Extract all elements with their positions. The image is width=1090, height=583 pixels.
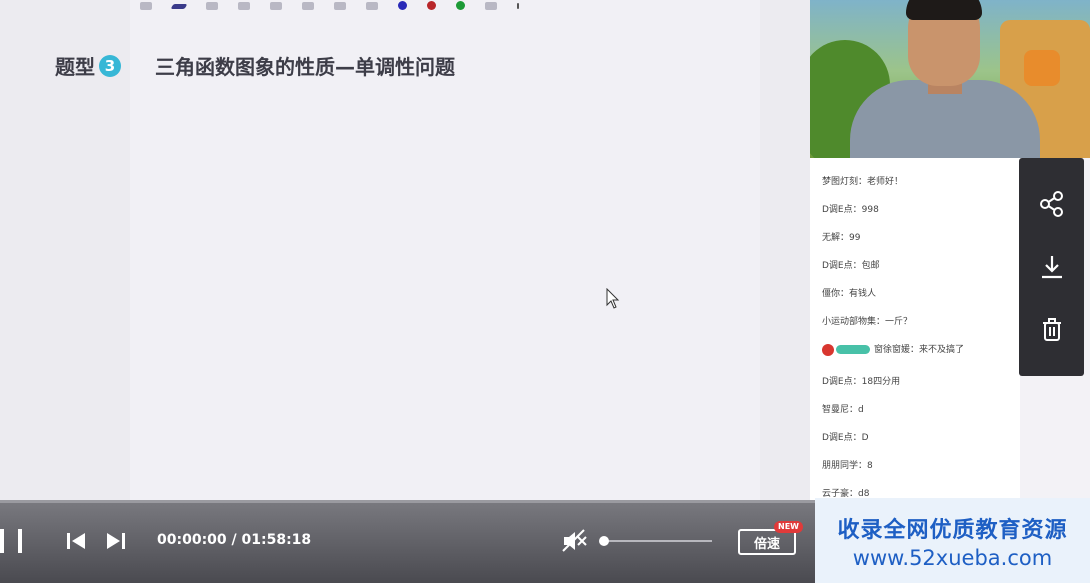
side-action-panel	[1019, 158, 1084, 376]
delete-button[interactable]	[1034, 312, 1070, 348]
lecture-slide: 题型 3 三角函数图象的性质—单调性问题	[0, 0, 810, 500]
chat-message: D调E点：998	[822, 205, 879, 215]
next-icon[interactable]	[104, 529, 128, 553]
heading-number-badge: 3	[99, 54, 121, 77]
previous-icon[interactable]	[64, 529, 88, 553]
chat-message: 小运动部物集：一斤？	[822, 317, 913, 327]
select-tool-icon[interactable]	[140, 2, 152, 10]
pen-tool-icon[interactable]	[170, 3, 188, 9]
share-icon	[1039, 191, 1063, 218]
chat-message: 智曼尼：d	[822, 405, 864, 415]
shape-tool-icon[interactable]	[302, 2, 314, 10]
mouse-cursor-icon	[606, 288, 620, 309]
volume-knob[interactable]	[599, 536, 609, 546]
annotation-toolbar	[120, 0, 680, 12]
marker-tool-icon[interactable]	[238, 2, 250, 10]
download-icon	[1041, 255, 1062, 279]
download-button[interactable]	[1034, 249, 1070, 285]
chat-message: 朋朋同学：8	[822, 461, 873, 471]
trash-icon	[1042, 317, 1061, 341]
chat-panel[interactable]: 梦图灯刻：老师好！ D调E点：998 无解：99 D调E点：包邮 僵你：有钱人 …	[810, 158, 1020, 500]
watermark-banner: 收录全网优质教育资源 www.52xueba.com	[815, 498, 1090, 583]
color-red-icon[interactable]	[427, 0, 436, 10]
volume-slider[interactable]	[599, 536, 712, 546]
chat-message: 僵你：有钱人	[822, 289, 877, 299]
chat-message: D调E点：18四分用	[822, 377, 901, 387]
teacher-video	[810, 0, 1090, 158]
clear-tool-icon[interactable]	[517, 3, 519, 9]
chat-message: D调E点：D	[822, 433, 869, 443]
share-button[interactable]	[1034, 186, 1070, 222]
chat-message: D调E点：包邮	[822, 261, 880, 271]
teacher-hair	[906, 0, 982, 20]
text-tool-icon[interactable]	[334, 2, 346, 10]
line-tool-icon[interactable]	[366, 2, 378, 10]
user-avatar	[822, 343, 834, 356]
chat-message: 窗徐窗媛：来不及搞了	[822, 342, 964, 356]
pause-icon[interactable]	[0, 527, 28, 555]
new-badge: NEW	[774, 521, 803, 533]
heading-title: 三角函数图象的性质—单调性问题	[155, 55, 455, 79]
progress-bar[interactable]	[0, 500, 815, 503]
undo-tool-icon[interactable]	[485, 2, 497, 10]
heading-prefix: 题型	[55, 55, 95, 79]
time-display: 00:00:00 / 01:58:18	[157, 532, 312, 548]
highlighter-tool-icon[interactable]	[206, 2, 218, 10]
color-green-icon[interactable]	[456, 0, 465, 10]
mute-icon[interactable]	[562, 529, 588, 553]
background-cartoon	[1024, 50, 1060, 86]
slide-heading: 题型 3 三角函数图象的性质—单调性问题	[55, 51, 455, 80]
watermark-line1: 收录全网优质教育资源	[837, 517, 1068, 543]
user-level-badge	[836, 345, 870, 354]
watermark-line2: www.52xueba.com	[852, 545, 1053, 570]
chat-message: 无解：99	[822, 233, 861, 243]
color-blue-icon[interactable]	[398, 0, 407, 10]
chat-message: 梦图灯刻：老师好！	[822, 177, 904, 187]
eraser-tool-icon[interactable]	[270, 2, 282, 10]
slide-margin-right	[760, 0, 810, 500]
